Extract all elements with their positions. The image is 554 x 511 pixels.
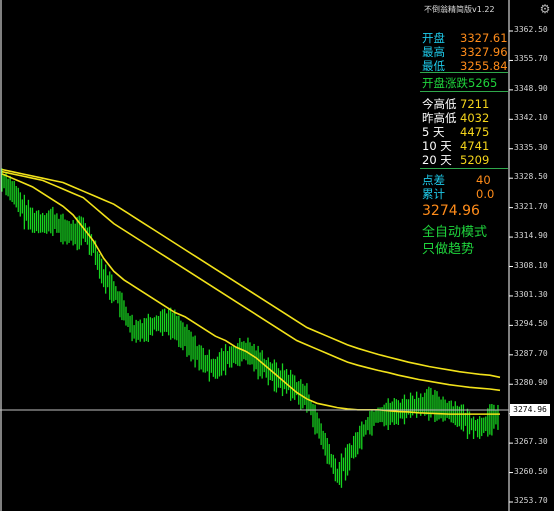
panel-title: 不倒翁精简版v1.22 <box>424 5 495 14</box>
d10-value: 4741 <box>460 139 490 153</box>
price-tick-label: 3294.50 <box>514 319 548 329</box>
d20-value: 5209 <box>460 153 490 167</box>
cumulative-value: 0.0 <box>476 187 495 201</box>
price-tick-label: 3335.30 <box>514 142 548 152</box>
price-tick-label: 3253.70 <box>514 496 548 505</box>
price-tick-label: 3301.30 <box>514 289 548 299</box>
range-row: 开盘涨跌5265 <box>422 76 498 90</box>
current-price-tag: 3274.96 <box>510 404 550 416</box>
d20-label: 20 天 <box>422 153 452 167</box>
price-tick-label: 3280.90 <box>514 378 548 388</box>
low-value: 3255.84 <box>460 59 508 73</box>
d5-value: 4475 <box>460 125 490 139</box>
price-tick-label: 3362.50 <box>514 25 548 34</box>
price-tick-label: 3348.90 <box>514 83 548 93</box>
current-price: 3274.96 <box>422 203 480 219</box>
price-tick-label: 3260.50 <box>514 466 548 476</box>
price-tick-label: 3267.30 <box>514 437 548 447</box>
indicator-panel: 不倒翁精简版v1.22 开盘 3327.61 最高 3327.96 最低 3255.8… <box>418 0 510 260</box>
divider <box>420 91 508 92</box>
divider <box>420 72 508 73</box>
cumulative-label: 累计 <box>422 187 445 201</box>
yday-value: 4032 <box>460 111 490 125</box>
price-tick-label: 3308.10 <box>514 260 548 270</box>
price-tick-label: 3321.70 <box>514 201 548 211</box>
spread-value: 40 <box>476 173 491 187</box>
price-tick-label: 3287.70 <box>514 348 548 358</box>
d20-row: 20 天 5209 <box>422 152 489 168</box>
price-tick-label: 3314.90 <box>514 231 548 241</box>
gear-icon[interactable]: ⚙ <box>538 2 552 16</box>
cumulative-row: 累计 0.0 <box>422 186 494 202</box>
mode-line-2: 只做趋势 <box>422 242 475 257</box>
today-value: 7211 <box>460 97 490 111</box>
price-tick-label: 3328.50 <box>514 172 548 182</box>
price-tick-label: 3342.10 <box>514 113 548 123</box>
divider <box>420 168 508 169</box>
open-value: 3327.61 <box>460 31 508 45</box>
price-tick-label: 3355.70 <box>514 54 548 64</box>
high-value: 3327.96 <box>460 45 508 59</box>
